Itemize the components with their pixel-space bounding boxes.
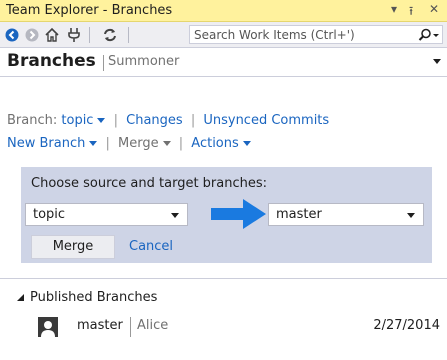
page-header: Branches Summoner xyxy=(0,48,447,77)
unsynced-commits-link[interactable]: Unsynced Commits xyxy=(203,113,329,128)
branch-nav-row: Branch: topic | Changes | Unsynced Commi… xyxy=(7,113,329,131)
nav-separator: | xyxy=(178,136,184,151)
chevron-down-icon xyxy=(407,213,415,218)
chevron-down-icon xyxy=(89,141,98,146)
chevron-down-icon xyxy=(171,213,179,218)
toolbar-separator xyxy=(89,27,90,43)
connect-icon[interactable] xyxy=(65,26,83,44)
chevron-down-icon xyxy=(97,118,106,123)
published-branches-title: Published Branches xyxy=(30,290,158,305)
nav-separator: | xyxy=(105,136,110,151)
expand-collapse-icon xyxy=(17,294,24,301)
current-branch-link[interactable]: topic xyxy=(61,113,106,128)
changes-link[interactable]: Changes xyxy=(126,113,183,128)
merge-panel-heading: Choose source and target branches: xyxy=(31,176,268,191)
branch-date: 2/27/2014 xyxy=(373,318,440,333)
target-branch-select[interactable]: master xyxy=(268,203,424,226)
avatar xyxy=(38,317,58,337)
source-branch-value: topic xyxy=(33,207,66,222)
chevron-down-icon xyxy=(242,141,251,146)
repository-name: Summoner xyxy=(108,54,180,69)
merge-direction-arrow-icon xyxy=(211,199,266,229)
actions-link[interactable]: Actions xyxy=(191,136,251,151)
refresh-icon[interactable] xyxy=(101,26,119,44)
back-icon[interactable] xyxy=(3,26,21,44)
page-menu-dropdown-icon[interactable] xyxy=(433,59,441,64)
nav-separator: | xyxy=(190,113,196,128)
target-branch-value: master xyxy=(276,207,322,222)
cancel-link[interactable]: Cancel xyxy=(129,239,173,254)
toolbar-separator xyxy=(128,27,129,43)
close-icon[interactable]: ✕ xyxy=(429,2,439,16)
new-branch-link[interactable]: New Branch xyxy=(7,136,98,151)
window-menu-dropdown-icon[interactable]: ▾ xyxy=(391,2,397,16)
merge-panel: Choose source and target branches: topic… xyxy=(21,167,432,263)
window-title: Team Explorer - Branches xyxy=(6,3,173,18)
search-work-items-input[interactable] xyxy=(190,26,412,43)
branch-label: Branch: xyxy=(7,113,58,128)
toolbar xyxy=(0,22,447,48)
branch-separator xyxy=(130,317,131,337)
search-icon[interactable] xyxy=(412,26,440,43)
chevron-down-icon xyxy=(162,141,171,146)
nav-separator: | xyxy=(113,113,118,128)
source-branch-select[interactable]: topic xyxy=(25,203,188,226)
header-separator xyxy=(103,55,104,71)
branch-name: master xyxy=(77,318,123,333)
branch-actions-row: New Branch | Merge | Actions xyxy=(7,136,251,154)
merge-menu-link[interactable]: Merge xyxy=(118,136,171,151)
published-branches-header[interactable]: Published Branches xyxy=(17,290,157,305)
search-box xyxy=(189,25,443,44)
title-bar: Team Explorer - Branches ▾ ⭱ ✕ xyxy=(0,0,447,22)
forward-icon[interactable] xyxy=(23,26,41,44)
branch-author: Alice xyxy=(137,318,169,333)
merge-button[interactable]: Merge xyxy=(31,235,115,259)
section-divider xyxy=(0,278,447,279)
pin-icon[interactable]: ⭱ xyxy=(409,2,413,23)
home-icon[interactable] xyxy=(43,26,61,44)
page-title: Branches xyxy=(7,51,96,71)
